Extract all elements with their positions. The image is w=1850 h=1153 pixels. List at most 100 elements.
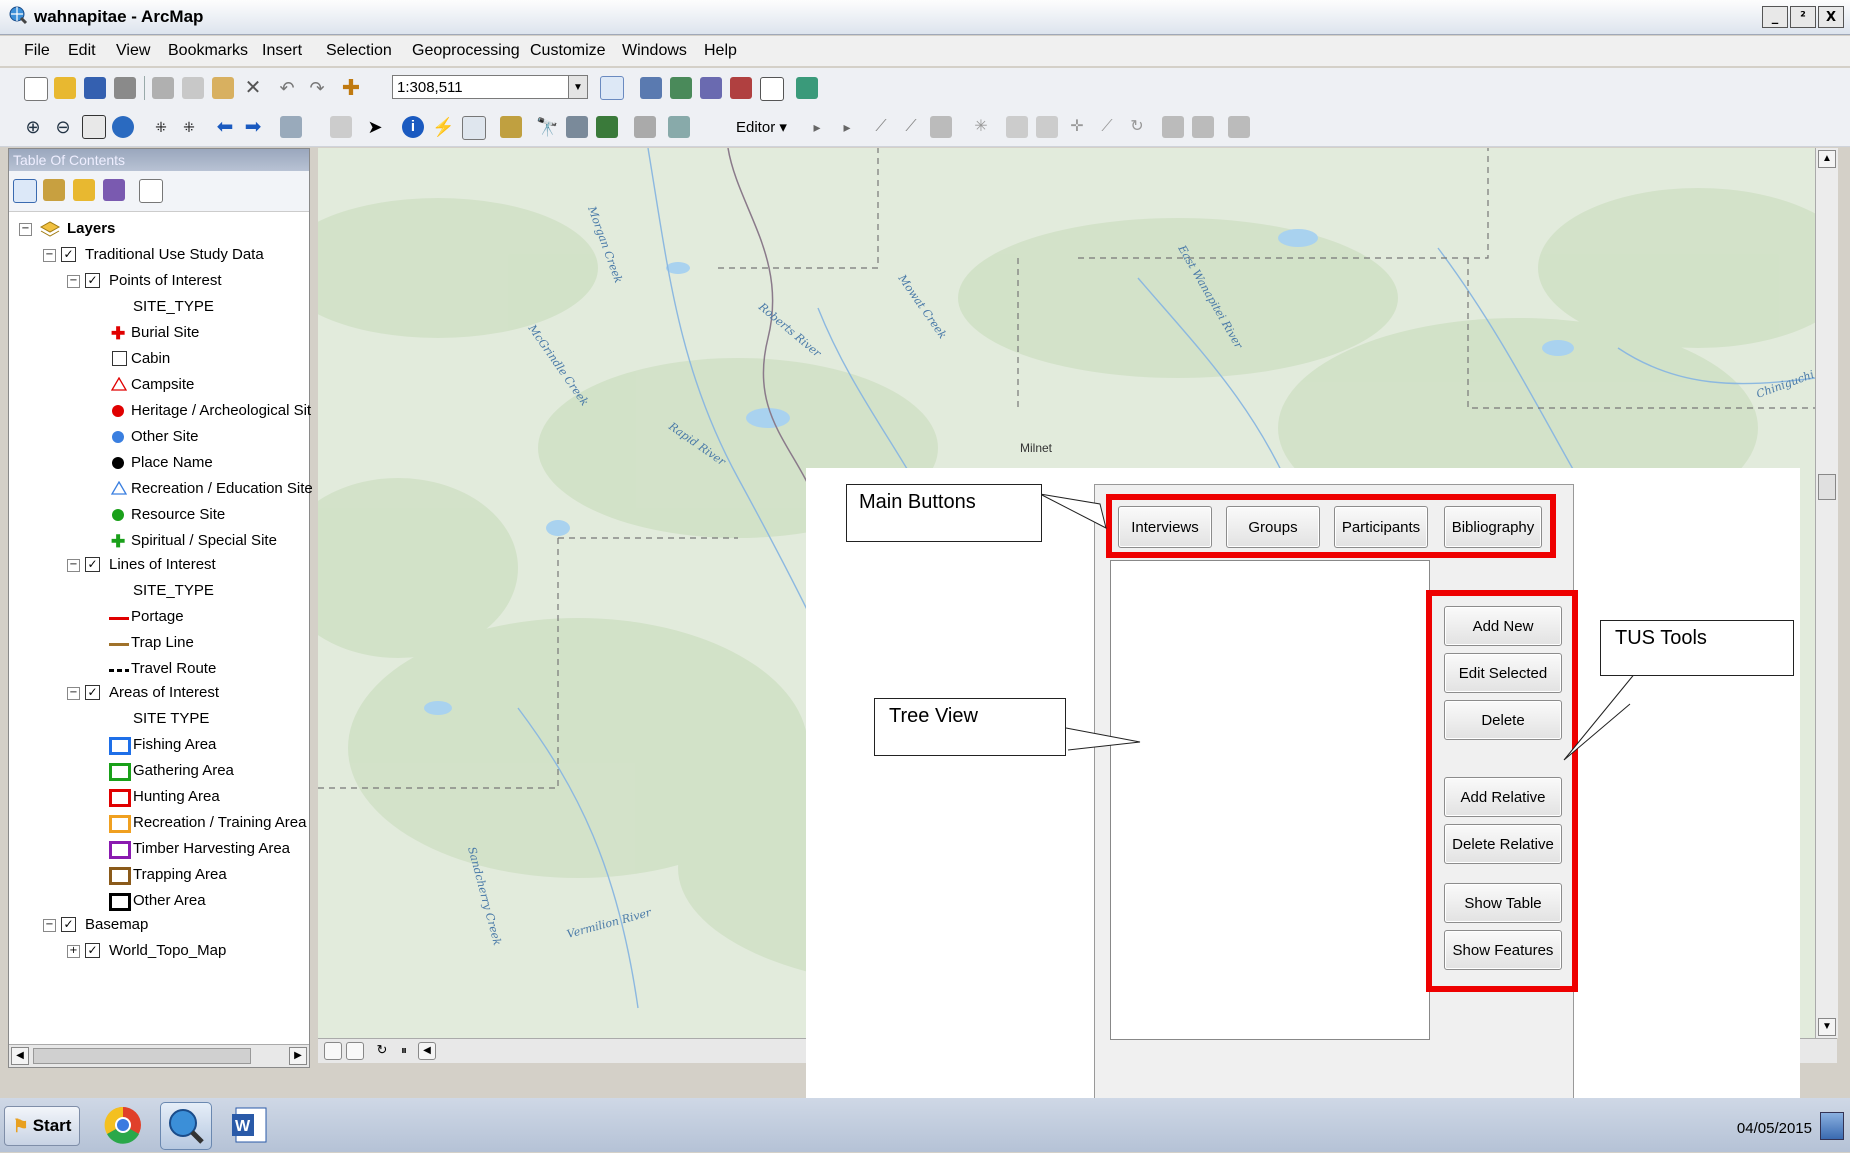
collapse-loi-icon[interactable]: − [67,559,80,572]
scroll-left-icon[interactable]: ◀ [418,1042,436,1060]
trace-icon[interactable] [930,116,952,138]
sketch-properties-icon[interactable] [1192,116,1214,138]
rotate-icon[interactable]: ↻ [1126,116,1148,138]
reshape-icon[interactable] [1036,116,1058,138]
select-features-icon[interactable] [280,116,302,138]
identify-icon[interactable]: i [402,116,424,138]
menu-file[interactable]: File [24,42,50,60]
expand-topo-icon[interactable]: + [67,945,80,958]
tus-group-label[interactable]: Traditional Use Study Data [85,245,264,265]
list-by-selection-icon[interactable] [103,179,125,201]
open-folder-icon[interactable] [54,77,76,99]
pause-drawing-icon[interactable]: ⏸ [396,1042,412,1058]
chevron-down-icon[interactable]: ▼ [568,75,588,99]
aoi-layer-label[interactable]: Areas of Interest [109,683,219,703]
full-extent-icon[interactable] [112,116,134,138]
menu-customize[interactable]: Customize [530,42,606,60]
measure-icon[interactable] [500,116,522,138]
tus-visibility-checkbox[interactable]: ✓ [61,247,76,262]
copy-icon[interactable] [182,77,204,99]
time-slider-icon[interactable] [634,116,656,138]
list-by-visibility-icon[interactable] [73,179,95,201]
data-view-icon[interactable] [324,1042,342,1060]
python-window-icon[interactable] [760,77,784,101]
show-desktop-icon[interactable] [1820,1112,1844,1140]
cut-polygons-icon[interactable]: ✛ [1066,116,1088,138]
menu-windows[interactable]: Windows [622,42,687,60]
loi-visibility-checkbox[interactable]: ✓ [85,557,100,572]
collapse-basemap-icon[interactable]: − [43,919,56,932]
menu-selection[interactable]: Selection [326,42,392,60]
restore-button[interactable]: ² [1790,6,1816,28]
collapse-layers-icon[interactable]: − [19,223,32,236]
start-button[interactable]: ⚑ Start [4,1106,80,1146]
aoi-visibility-checkbox[interactable]: ✓ [85,685,100,700]
editor-toolbar-icon[interactable] [600,76,624,100]
word-taskbar-icon[interactable]: W [226,1102,276,1148]
layers-root-label[interactable]: Layers [67,219,115,239]
list-by-drawing-order-icon[interactable] [13,179,37,203]
zoom-in-icon[interactable]: ⊕ [22,116,44,138]
go-to-xy-icon[interactable] [596,116,618,138]
close-button[interactable]: X [1818,6,1844,28]
scroll-thumb[interactable] [33,1048,251,1064]
back-arrow-icon[interactable]: ⬅ [214,116,236,138]
topo-layer-label[interactable]: World_Topo_Map [109,941,226,961]
new-document-icon[interactable] [24,77,48,101]
toc-horizontal-scrollbar[interactable]: ◀ ▶ [9,1044,309,1067]
hyperlink-icon[interactable]: ⚡ [432,116,454,138]
collapse-aoi-icon[interactable]: − [67,687,80,700]
edit-tool-icon[interactable]: ▸ [806,116,828,138]
poi-layer-label[interactable]: Points of Interest [109,271,222,291]
paste-icon[interactable] [212,77,234,99]
redo-icon[interactable]: ↷ [306,77,328,99]
minimize-button[interactable]: _ [1762,6,1788,28]
find-route-icon[interactable] [566,116,588,138]
straight-segment-icon[interactable]: ⟋ [870,116,892,138]
menu-edit[interactable]: Edit [68,42,96,60]
scroll-left-icon[interactable]: ◀ [11,1047,29,1065]
fixed-zoom-in-icon[interactable]: ⁜ [150,116,172,138]
menu-help[interactable]: Help [704,42,737,60]
topo-visibility-checkbox[interactable]: ✓ [85,943,100,958]
end-point-arc-icon[interactable]: ⟋ [900,116,922,138]
scroll-thumb[interactable] [1818,474,1836,500]
save-icon[interactable] [84,77,106,99]
scroll-up-icon[interactable]: ▲ [1818,150,1836,168]
html-popup-icon[interactable] [462,116,486,140]
point-icon[interactable]: ✳ [970,116,992,138]
scroll-down-icon[interactable]: ▼ [1818,1018,1836,1036]
map-vertical-scrollbar[interactable]: ▲ ▼ [1815,148,1838,1038]
chrome-taskbar-icon[interactable] [98,1102,148,1148]
collapse-tus-icon[interactable]: − [43,249,56,262]
attributes-icon[interactable] [1162,116,1184,138]
basemap-group-label[interactable]: Basemap [85,915,148,935]
edit-annotation-icon[interactable]: ▸ [836,116,858,138]
cut-icon[interactable] [152,77,174,99]
arcmap-taskbar-icon[interactable] [160,1102,212,1150]
basemap-visibility-checkbox[interactable]: ✓ [61,917,76,932]
edit-vertices-icon[interactable] [1006,116,1028,138]
clear-selection-icon[interactable] [330,116,352,138]
fixed-zoom-out-icon[interactable]: ⁜ [178,116,200,138]
forward-arrow-icon[interactable]: ➡ [242,116,264,138]
search-window-icon[interactable] [700,77,722,99]
collapse-poi-icon[interactable]: − [67,275,80,288]
modelbuilder-icon[interactable] [796,77,818,99]
list-by-source-icon[interactable] [43,179,65,201]
select-elements-icon[interactable]: ➤ [364,116,386,138]
catalog-icon[interactable] [670,77,692,99]
map-scale-input[interactable]: 1:308,511 [392,75,578,99]
arctoolbox-icon[interactable] [730,77,752,99]
menu-view[interactable]: View [116,42,150,60]
find-binoculars-icon[interactable]: 🔭 [536,116,558,138]
layout-view-icon[interactable] [346,1042,364,1060]
menu-insert[interactable]: Insert [262,42,302,60]
pan-hand-icon[interactable] [82,115,106,139]
loi-layer-label[interactable]: Lines of Interest [109,555,216,575]
refresh-icon[interactable]: ↻ [374,1042,390,1058]
menu-bookmarks[interactable]: Bookmarks [168,42,248,60]
toc-window-icon[interactable] [640,77,662,99]
create-viewer-icon[interactable] [668,116,690,138]
menu-geoprocessing[interactable]: Geoprocessing [412,42,520,60]
